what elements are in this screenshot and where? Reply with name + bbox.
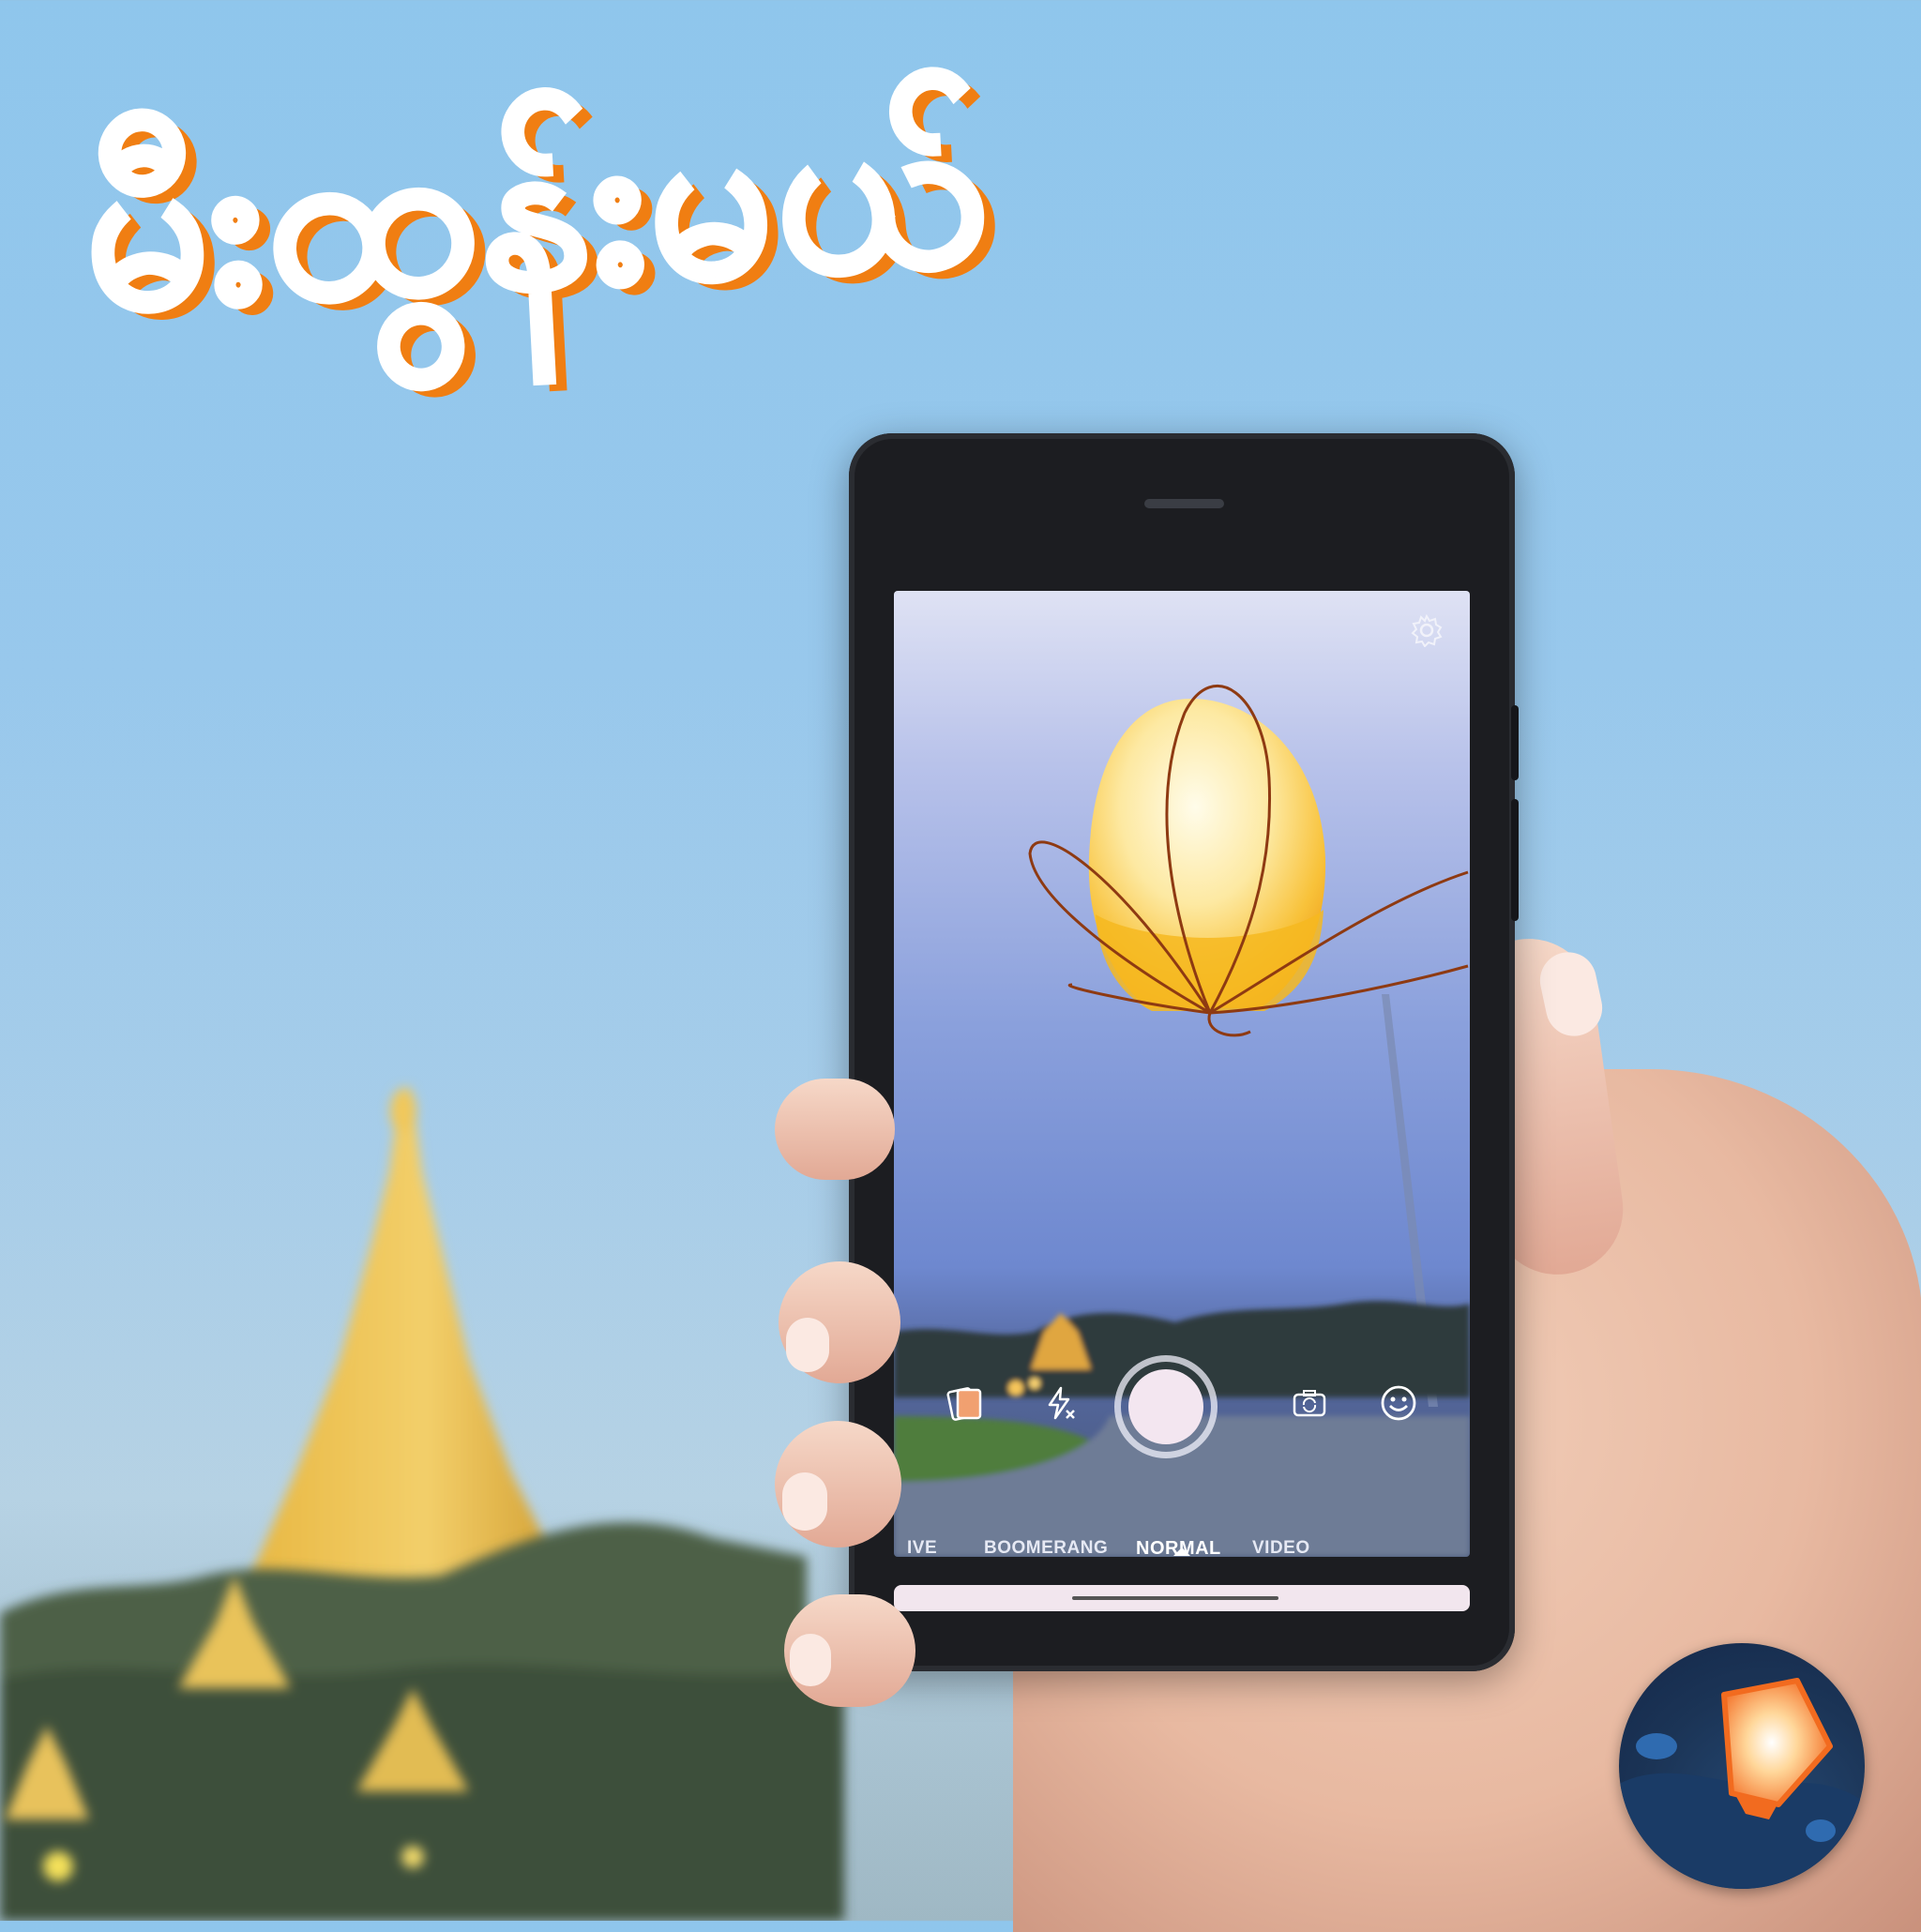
home-indicator[interactable]	[1072, 1596, 1278, 1600]
shutter-button[interactable]	[1114, 1355, 1218, 1458]
phone-speaker	[1144, 499, 1224, 508]
little-finger-nail	[790, 1634, 831, 1686]
mode-video[interactable]: VIDEO	[1252, 1538, 1310, 1557]
power-button	[1511, 799, 1519, 921]
smartphone: IVE BOOMERANG NORMAL VIDEO	[849, 433, 1519, 1671]
mode-live[interactable]: IVE	[907, 1538, 937, 1557]
shutter-inner	[1128, 1369, 1203, 1444]
smiley-icon[interactable]	[1372, 1377, 1425, 1429]
ring-finger-nail	[782, 1472, 827, 1531]
gear-icon[interactable]	[1408, 611, 1445, 649]
sky-lantern-logo	[1619, 1643, 1865, 1889]
gallery-icon[interactable]	[939, 1377, 991, 1429]
middle-finger-nail	[786, 1318, 829, 1372]
active-mode-indicator	[1173, 1547, 1190, 1556]
home-indicator-bar	[894, 1585, 1470, 1611]
index-finger	[775, 1079, 895, 1180]
scene: မီးထွန်းမယ် IVE BOOMERANG NORMAL VIDEO	[0, 0, 1921, 1932]
sky-lantern	[1028, 685, 1469, 1037]
mode-boomerang[interactable]: BOOMERANG	[984, 1538, 1108, 1557]
volume-button	[1511, 705, 1519, 780]
flash-off-icon[interactable]	[1035, 1379, 1083, 1427]
switch-camera-icon[interactable]	[1285, 1379, 1334, 1427]
camera-viewfinder[interactable]: IVE BOOMERANG NORMAL VIDEO	[894, 591, 1470, 1557]
title-text: မီးထွန်းမယ်	[76, 59, 998, 362]
